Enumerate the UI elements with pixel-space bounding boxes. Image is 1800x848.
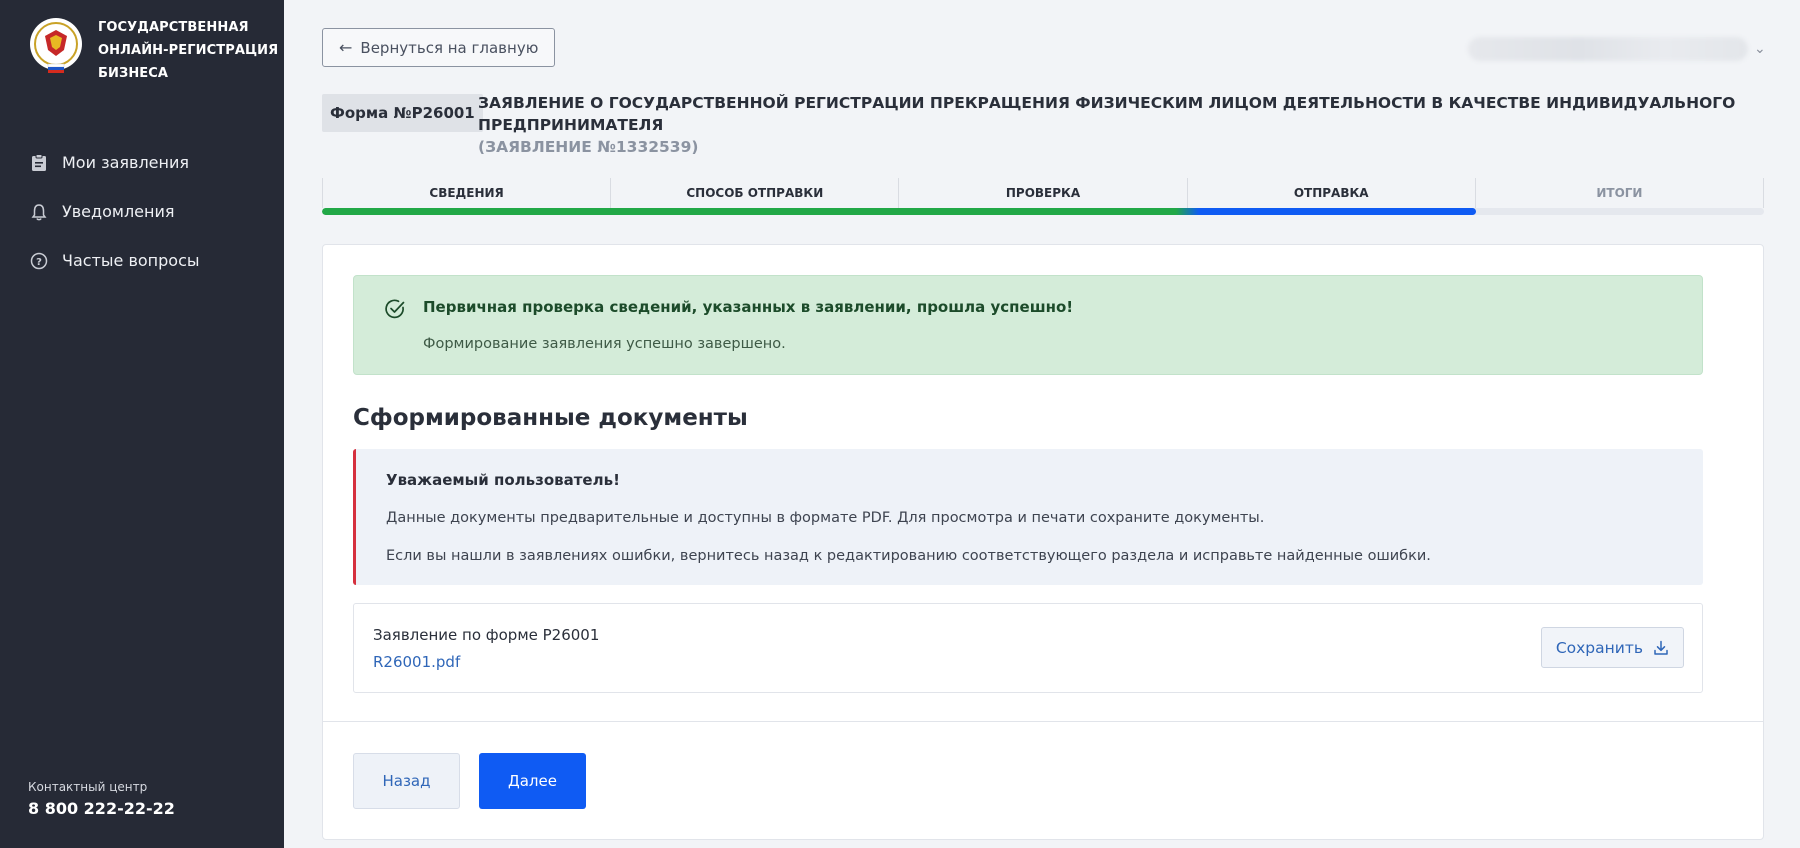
next-button[interactable]: Далее [479, 753, 586, 809]
sidebar-item-faq[interactable]: ? Частые вопросы [30, 236, 200, 285]
content-card: Первичная проверка сведений, указанных в… [322, 244, 1764, 840]
contact-center: Контактный центр 8 800 222-22-22 [28, 780, 175, 818]
sidebar: ГОСУДАРСТВЕННАЯ ОНЛАЙН-РЕГИСТРАЦИЯ БИЗНЕ… [0, 0, 284, 848]
stepper-progress-bar [322, 208, 1764, 215]
sidebar-item-label: Уведомления [62, 202, 175, 221]
page-title-text: ЗАЯВЛЕНИЕ О ГОСУДАРСТВЕННОЙ РЕГИСТРАЦИИ … [478, 94, 1736, 134]
question-icon: ? [30, 252, 48, 270]
brand-name: ГОСУДАРСТВЕННАЯ ОНЛАЙН-РЕГИСТРАЦИЯ БИЗНЕ… [98, 16, 278, 85]
step-delivery-method[interactable]: СПОСОБ ОТПРАВКИ [610, 178, 898, 208]
sidebar-item-my-applications[interactable]: Мои заявления [30, 138, 200, 187]
notice-title: Уважаемый пользователь! [386, 471, 620, 489]
document-file-link[interactable]: R26001.pdf [373, 653, 460, 671]
contact-phone[interactable]: 8 800 222-22-22 [28, 799, 175, 818]
stepper: СВЕДЕНИЯ СПОСОБ ОТПРАВКИ ПРОВЕРКА ОТПРАВ… [322, 178, 1765, 215]
sidebar-item-notifications[interactable]: Уведомления [30, 187, 200, 236]
sidebar-item-label: Частые вопросы [62, 251, 200, 270]
back-to-home-button[interactable]: ← Вернуться на главную [322, 28, 556, 67]
sidebar-nav: Мои заявления Уведомления ? Частые вопро… [30, 138, 200, 285]
save-document-button[interactable]: Сохранить [1540, 627, 1684, 668]
svg-text:?: ? [36, 257, 42, 268]
application-number: (ЗАЯВЛЕНИЕ №1332539) [478, 138, 699, 156]
arrow-left-icon: ← [339, 38, 353, 57]
save-label: Сохранить [1555, 638, 1643, 657]
user-menu-dropdown[interactable]: ⌄ [1468, 36, 1768, 62]
success-title: Первичная проверка сведений, указанных в… [423, 298, 1074, 316]
success-alert: Первичная проверка сведений, указанных в… [353, 275, 1703, 375]
divider [323, 721, 1763, 722]
document-item: Заявление по форме Р26001 R26001.pdf Сох… [353, 603, 1703, 693]
document-name: Заявление по форме Р26001 [373, 626, 600, 644]
check-circle-icon [385, 299, 405, 319]
back-to-home-label: Вернуться на главную [360, 38, 539, 57]
back-button[interactable]: Назад [353, 753, 460, 809]
stepper-progress-fill [322, 208, 1476, 215]
notice-text: Если вы нашли в заявлениях ошибки, верни… [386, 548, 1431, 564]
user-name-blurred [1468, 37, 1748, 61]
stepper-labels: СВЕДЕНИЯ СПОСОБ ОТПРАВКИ ПРОВЕРКА ОТПРАВ… [322, 178, 1765, 208]
bell-icon [30, 203, 48, 221]
step-sending[interactable]: ОТПРАВКА [1186, 178, 1475, 208]
brand-line: ГОСУДАРСТВЕННАЯ [98, 20, 249, 35]
step-details[interactable]: СВЕДЕНИЯ [322, 178, 610, 208]
emblem-icon [30, 18, 82, 73]
brand-logo[interactable]: ГОСУДАРСТВЕННАЯ ОНЛАЙН-РЕГИСТРАЦИЯ БИЗНЕ… [28, 16, 278, 85]
chevron-down-icon: ⌄ [1754, 41, 1766, 57]
step-check[interactable]: ПРОВЕРКА [898, 178, 1186, 208]
contact-label: Контактный центр [28, 780, 148, 794]
brand-line: ОНЛАЙН-РЕГИСТРАЦИЯ [98, 43, 279, 58]
step-results: ИТОГИ [1474, 178, 1765, 208]
success-text: Формирование заявления успешно завершено… [423, 336, 786, 352]
user-notice: Уважаемый пользователь! Данные документы… [353, 449, 1703, 585]
main-content: ← Вернуться на главную ⌄ Форма №Р26001 З… [284, 0, 1800, 848]
brand-line: БИЗНЕСА [98, 66, 169, 81]
download-icon [1654, 640, 1668, 655]
sidebar-item-label: Мои заявления [62, 153, 189, 172]
clipboard-icon [30, 153, 48, 172]
form-number-badge: Форма №Р26001 [322, 94, 483, 132]
documents-section-title: Сформированные документы [353, 405, 748, 431]
page-title: ЗАЯВЛЕНИЕ О ГОСУДАРСТВЕННОЙ РЕГИСТРАЦИИ … [478, 92, 1768, 158]
notice-text: Данные документы предварительные и досту… [386, 510, 1265, 526]
